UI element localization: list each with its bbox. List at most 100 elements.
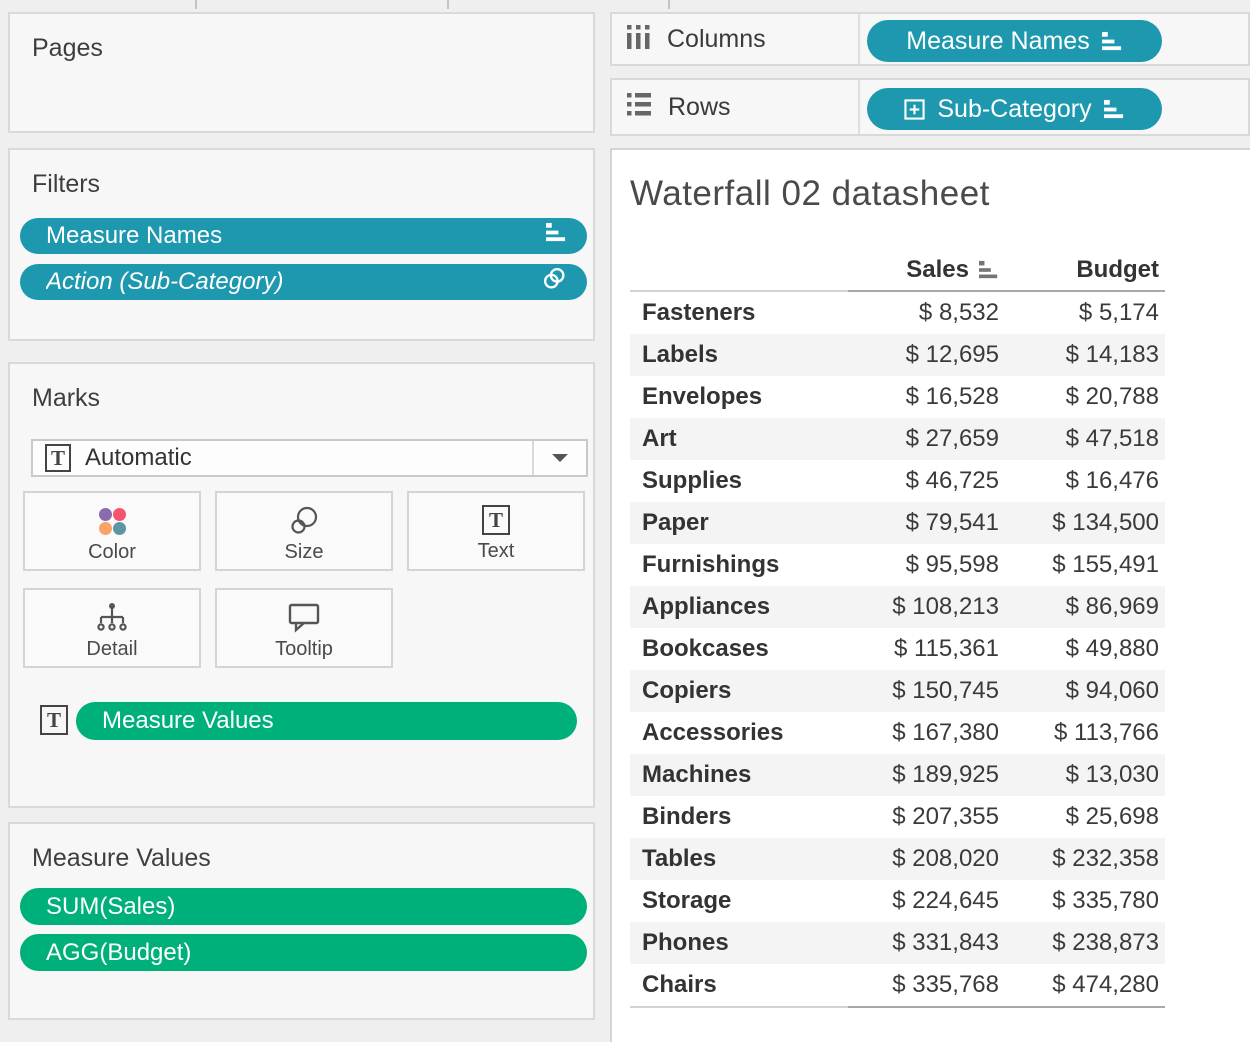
- table-row[interactable]: Storage$ 224,645$ 335,780: [630, 880, 1165, 922]
- row-category[interactable]: Supplies: [630, 467, 850, 495]
- row-sales-value[interactable]: $ 108,213: [850, 593, 1007, 621]
- row-budget-value[interactable]: $ 86,969: [1007, 593, 1165, 621]
- row-sales-value[interactable]: $ 224,645: [850, 887, 1007, 915]
- table-row[interactable]: Envelopes$ 16,528$ 20,788: [630, 376, 1165, 418]
- marks-card[interactable]: Marks T Automatic Color: [8, 362, 595, 808]
- columns-shelf[interactable]: Columns Measure Names: [610, 12, 1250, 66]
- table-row[interactable]: Copiers$ 150,745$ 94,060: [630, 670, 1165, 712]
- table-row[interactable]: Labels$ 12,695$ 14,183: [630, 334, 1165, 376]
- row-sales-value[interactable]: $ 167,380: [850, 719, 1007, 747]
- row-category[interactable]: Machines: [630, 761, 850, 789]
- row-sales-value[interactable]: $ 27,659: [850, 425, 1007, 453]
- row-category[interactable]: Tables: [630, 845, 850, 873]
- row-budget-value[interactable]: $ 25,698: [1007, 803, 1165, 831]
- pill-label: Measure Names: [46, 222, 546, 250]
- row-category[interactable]: Accessories: [630, 719, 850, 747]
- table-row[interactable]: Binders$ 207,355$ 25,698: [630, 796, 1165, 838]
- sort-badge-icon[interactable]: [546, 222, 567, 250]
- row-budget-value[interactable]: $ 113,766: [1007, 719, 1165, 747]
- color-button[interactable]: Color: [23, 491, 201, 571]
- text-button[interactable]: T Text: [407, 491, 585, 571]
- row-category[interactable]: Bookcases: [630, 635, 850, 663]
- columns-pill-measure-names[interactable]: Measure Names: [867, 20, 1162, 62]
- column-header-budget[interactable]: Budget: [1007, 256, 1165, 284]
- row-sales-value[interactable]: $ 150,745: [850, 677, 1007, 705]
- row-sales-value[interactable]: $ 12,695: [850, 341, 1007, 369]
- row-budget-value[interactable]: $ 94,060: [1007, 677, 1165, 705]
- row-budget-value[interactable]: $ 5,174: [1007, 299, 1165, 327]
- table-row[interactable]: Paper$ 79,541$ 134,500: [630, 502, 1165, 544]
- row-category[interactable]: Art: [630, 425, 850, 453]
- table-row[interactable]: Accessories$ 167,380$ 113,766: [630, 712, 1165, 754]
- row-sales-value[interactable]: $ 207,355: [850, 803, 1007, 831]
- row-sales-value[interactable]: $ 115,361: [850, 635, 1007, 663]
- row-sales-value[interactable]: $ 46,725: [850, 467, 1007, 495]
- row-budget-value[interactable]: $ 20,788: [1007, 383, 1165, 411]
- tooltip-button[interactable]: Tooltip: [215, 588, 393, 668]
- table-row[interactable]: Furnishings$ 95,598$ 155,491: [630, 544, 1165, 586]
- filters-shelf[interactable]: Filters Measure Names Action (Sub-Catego…: [8, 148, 595, 341]
- sort-badge-icon[interactable]: [1102, 31, 1123, 52]
- row-budget-value[interactable]: $ 155,491: [1007, 551, 1165, 579]
- columns-shelf-label: Columns: [667, 25, 766, 54]
- detail-button[interactable]: Detail: [23, 588, 201, 668]
- row-budget-value[interactable]: $ 232,358: [1007, 845, 1165, 873]
- row-budget-value[interactable]: $ 474,280: [1007, 971, 1165, 999]
- row-category[interactable]: Phones: [630, 929, 850, 957]
- measure-values-card[interactable]: Measure Values SUM(Sales) AGG(Budget): [8, 822, 595, 1020]
- table-row[interactable]: Tables$ 208,020$ 232,358: [630, 838, 1165, 880]
- table-row[interactable]: Fasteners$ 8,532$ 5,174: [630, 292, 1165, 334]
- rows-shelf[interactable]: Rows Sub-Category: [610, 78, 1250, 136]
- row-category[interactable]: Appliances: [630, 593, 850, 621]
- measure-values-pill-sum-sales[interactable]: SUM(Sales): [20, 888, 587, 925]
- table-row[interactable]: Appliances$ 108,213$ 86,969: [630, 586, 1165, 628]
- pages-shelf[interactable]: Pages: [8, 12, 595, 133]
- column-header-sales[interactable]: Sales: [850, 256, 1007, 284]
- row-category[interactable]: Labels: [630, 341, 850, 369]
- row-category[interactable]: Binders: [630, 803, 850, 831]
- row-category[interactable]: Fasteners: [630, 299, 850, 327]
- row-sales-value[interactable]: $ 208,020: [850, 845, 1007, 873]
- row-sales-value[interactable]: $ 16,528: [850, 383, 1007, 411]
- row-budget-value[interactable]: $ 14,183: [1007, 341, 1165, 369]
- size-button[interactable]: Size: [215, 491, 393, 571]
- row-sales-value[interactable]: $ 95,598: [850, 551, 1007, 579]
- table-row[interactable]: Supplies$ 46,725$ 16,476: [630, 460, 1165, 502]
- plus-box-icon[interactable]: [904, 99, 925, 120]
- table-row[interactable]: Art$ 27,659$ 47,518: [630, 418, 1165, 460]
- row-budget-value[interactable]: $ 16,476: [1007, 467, 1165, 495]
- row-sales-value[interactable]: $ 79,541: [850, 509, 1007, 537]
- row-category[interactable]: Copiers: [630, 677, 850, 705]
- row-sales-value[interactable]: $ 8,532: [850, 299, 1007, 327]
- row-budget-value[interactable]: $ 238,873: [1007, 929, 1165, 957]
- dropdown-caret[interactable]: [532, 441, 586, 475]
- row-category[interactable]: Envelopes: [630, 383, 850, 411]
- measure-values-pill-agg-budget[interactable]: AGG(Budget): [20, 934, 587, 971]
- table-bottom-rule: [630, 1006, 848, 1008]
- sheet-canvas: Waterfall 02 datasheet Sales Budget: [610, 148, 1250, 1042]
- row-sales-value[interactable]: $ 335,768: [850, 971, 1007, 999]
- row-budget-value[interactable]: $ 49,880: [1007, 635, 1165, 663]
- row-category[interactable]: Storage: [630, 887, 850, 915]
- table-row[interactable]: Chairs$ 335,768$ 474,280: [630, 964, 1165, 1006]
- row-budget-value[interactable]: $ 335,780: [1007, 887, 1165, 915]
- rows-pill-sub-category[interactable]: Sub-Category: [867, 88, 1162, 130]
- table-row[interactable]: Bookcases$ 115,361$ 49,880: [630, 628, 1165, 670]
- row-sales-value[interactable]: $ 189,925: [850, 761, 1007, 789]
- row-category[interactable]: Furnishings: [630, 551, 850, 579]
- table-row[interactable]: Machines$ 189,925$ 13,030: [630, 754, 1165, 796]
- sort-badge-icon[interactable]: [979, 260, 999, 280]
- row-budget-value[interactable]: $ 13,030: [1007, 761, 1165, 789]
- marks-pill-measure-values[interactable]: Measure Values: [76, 702, 577, 740]
- mark-type-dropdown[interactable]: T Automatic: [31, 439, 588, 477]
- row-sales-value[interactable]: $ 331,843: [850, 929, 1007, 957]
- action-rings-icon[interactable]: [542, 266, 567, 298]
- sort-badge-icon[interactable]: [1104, 99, 1125, 120]
- row-category[interactable]: Chairs: [630, 971, 850, 999]
- row-budget-value[interactable]: $ 47,518: [1007, 425, 1165, 453]
- filter-pill-action-sub-category[interactable]: Action (Sub-Category): [20, 264, 587, 300]
- table-row[interactable]: Phones$ 331,843$ 238,873: [630, 922, 1165, 964]
- filter-pill-measure-names[interactable]: Measure Names: [20, 218, 587, 254]
- row-budget-value[interactable]: $ 134,500: [1007, 509, 1165, 537]
- row-category[interactable]: Paper: [630, 509, 850, 537]
